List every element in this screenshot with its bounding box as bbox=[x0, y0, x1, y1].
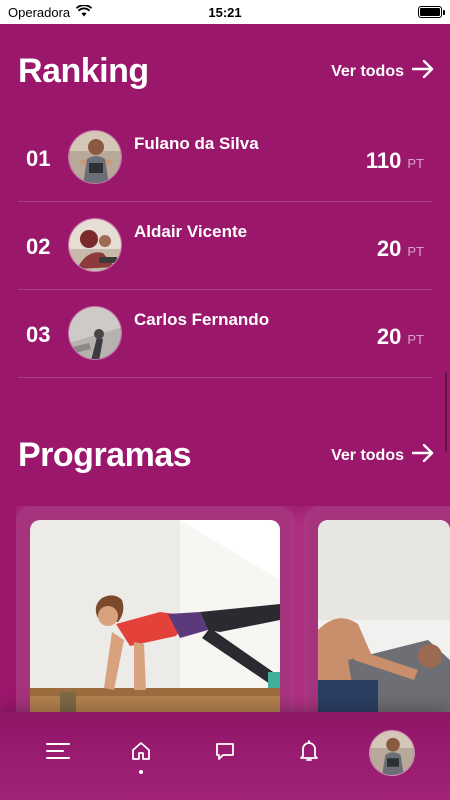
rank-name: Fulano da Silva bbox=[134, 134, 259, 153]
rank-position: 02 bbox=[26, 234, 51, 259]
nav-home[interactable] bbox=[116, 728, 166, 778]
home-icon bbox=[130, 740, 152, 767]
programs-see-all-link[interactable]: Ver todos bbox=[331, 443, 434, 467]
ranking-see-all-label: Ver todos bbox=[331, 62, 404, 80]
bottom-nav bbox=[0, 712, 450, 800]
nav-chat[interactable] bbox=[200, 728, 250, 778]
points-value: 20 bbox=[376, 324, 402, 349]
program-card[interactable] bbox=[16, 506, 294, 716]
profile-avatar bbox=[369, 730, 416, 776]
rank-name: Aldair Vicente bbox=[134, 222, 248, 241]
nav-profile[interactable] bbox=[367, 728, 417, 778]
points-unit: PT bbox=[407, 244, 424, 259]
programs-title: Programas bbox=[18, 436, 192, 474]
ranking-see-all-link[interactable]: Ver todos bbox=[331, 59, 434, 83]
status-bar: Operadora 15:21 bbox=[0, 0, 450, 24]
arrow-right-icon bbox=[411, 59, 434, 83]
bell-icon bbox=[298, 739, 320, 768]
rank-points: 20 PT bbox=[377, 236, 424, 262]
program-card[interactable] bbox=[304, 506, 450, 716]
wifi-icon bbox=[76, 3, 93, 20]
points-unit: PT bbox=[407, 156, 424, 171]
ranking-title: Ranking bbox=[18, 52, 149, 90]
points-unit: PT bbox=[407, 332, 424, 347]
status-left: Operadora bbox=[8, 3, 93, 20]
program-image bbox=[318, 520, 450, 716]
chat-icon bbox=[214, 740, 236, 767]
nav-notifications[interactable] bbox=[284, 728, 334, 778]
rank-points: 110 PT bbox=[366, 148, 424, 174]
nav-menu[interactable] bbox=[33, 728, 83, 778]
points-value: 110 bbox=[365, 148, 402, 173]
menu-icon bbox=[45, 742, 70, 765]
carrier-label: Operadora bbox=[8, 4, 71, 20]
arrow-right-icon bbox=[411, 443, 434, 467]
programs-see-all-label: Ver todos bbox=[331, 446, 404, 464]
ranking-row[interactable]: 02 Aldair Vicente 20 PT bbox=[18, 202, 432, 290]
rank-name: Carlos Fernando bbox=[134, 310, 270, 329]
rank-points: 20 PT bbox=[377, 324, 424, 350]
ranking-list: 01 Fulano da Silva 110 PT 02 Aldair Vice… bbox=[18, 114, 432, 378]
ranking-header: Ranking Ver todos bbox=[18, 52, 434, 91]
programs-carousel[interactable] bbox=[16, 506, 450, 716]
ranking-row[interactable]: 03 Carlos Fernando 20 PT bbox=[18, 290, 432, 378]
programs-header: Programas Ver todos bbox=[18, 436, 434, 475]
avatar bbox=[68, 218, 122, 272]
scrollbar[interactable] bbox=[445, 372, 447, 452]
active-indicator bbox=[139, 770, 144, 774]
program-image bbox=[30, 520, 280, 716]
rank-position: 01 bbox=[26, 146, 51, 171]
avatar bbox=[68, 306, 122, 360]
avatar bbox=[68, 130, 122, 184]
ranking-row[interactable]: 01 Fulano da Silva 110 PT bbox=[18, 114, 432, 202]
battery-icon bbox=[418, 6, 445, 18]
points-value: 20 bbox=[376, 236, 402, 261]
rank-position: 03 bbox=[26, 322, 51, 347]
